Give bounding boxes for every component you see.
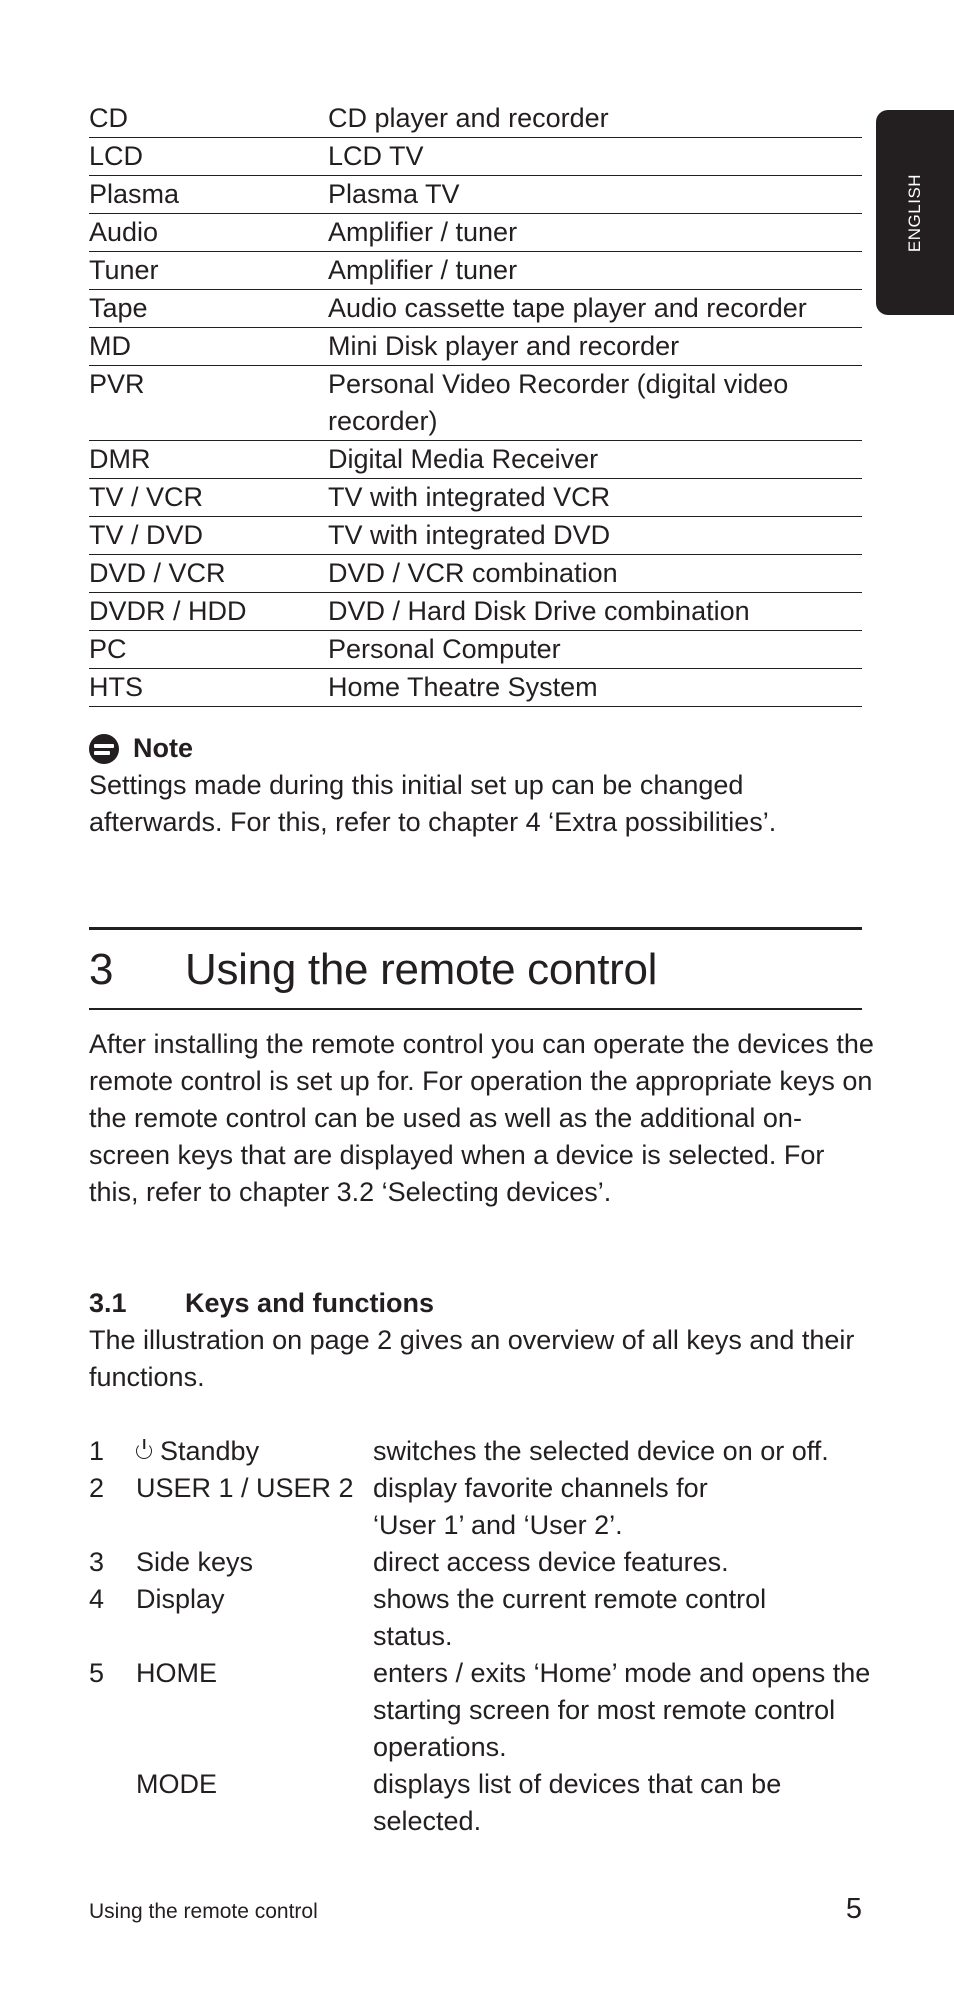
- device-abbreviation: CD: [89, 103, 128, 133]
- chapter-top-divider: [89, 927, 862, 930]
- key-description: displays list of devices that can be sel…: [373, 1769, 782, 1836]
- list-item: 3 Side keys direct access device feature…: [89, 1544, 879, 1581]
- chapter-number: 3: [89, 945, 114, 994]
- key-number: 4: [89, 1584, 105, 1614]
- device-abbreviation: TV / DVD: [89, 520, 204, 550]
- device-abbreviation: DMR: [89, 444, 151, 474]
- device-description: Plasma TV: [328, 179, 460, 209]
- language-tab-label: ENGLISH: [905, 173, 924, 252]
- key-name: MODE: [136, 1769, 217, 1799]
- key-number: 1: [89, 1436, 105, 1466]
- note-text: Settings made during this initial set up…: [89, 770, 777, 837]
- table-row: TV / VCR TV with integrated VCR: [89, 479, 862, 517]
- key-description: enters / exits ‘Home’ mode and opens the…: [373, 1658, 871, 1762]
- table-row: MD Mini Disk player and recorder: [89, 328, 862, 366]
- key-number: 3: [89, 1547, 105, 1577]
- list-item: 5 HOME enters / exits ‘Home’ mode and op…: [89, 1655, 879, 1766]
- table-row: Audio Amplifier / tuner: [89, 214, 862, 252]
- keys-list: 1 Standby switches the selected device o…: [89, 1433, 879, 1840]
- device-description: Audio cassette tape player and recorder: [328, 293, 807, 323]
- list-item: 4 Display shows the current remote contr…: [89, 1581, 879, 1655]
- device-description: Personal Video Recorder (digital video r…: [328, 369, 789, 436]
- table-row: Tape Audio cassette tape player and reco…: [89, 290, 862, 328]
- device-abbreviation: TV / VCR: [89, 482, 204, 512]
- device-abbreviation: Audio: [89, 217, 159, 247]
- table-row: DMR Digital Media Receiver: [89, 441, 862, 479]
- device-description: DVD / Hard Disk Drive combination: [328, 596, 750, 626]
- chapter-intro-paragraph: After installing the remote control you …: [89, 1029, 874, 1207]
- device-description: DVD / VCR combination: [328, 558, 618, 588]
- section-title: Keys and functions: [185, 1288, 435, 1318]
- key-description: switches the selected device on or off.: [373, 1436, 829, 1466]
- device-description: Home Theatre System: [328, 672, 598, 702]
- chapter-title: Using the remote control: [185, 945, 658, 994]
- key-description: direct access device features.: [373, 1547, 729, 1577]
- chapter-bottom-divider: [89, 1008, 862, 1010]
- key-name-cell: Standby: [136, 1433, 373, 1470]
- device-description: TV with integrated DVD: [328, 520, 611, 550]
- table-row: PC Personal Computer: [89, 631, 862, 669]
- section-number: 3.1: [89, 1288, 127, 1318]
- device-abbreviation: DVDR / HDD: [89, 596, 247, 626]
- key-name: Display: [136, 1584, 225, 1614]
- device-description: Personal Computer: [328, 634, 561, 664]
- device-description: TV with integrated VCR: [328, 482, 611, 512]
- key-name: USER 1 / USER 2: [136, 1473, 354, 1503]
- device-abbreviation: PVR: [89, 369, 145, 399]
- key-number: 5: [89, 1658, 105, 1688]
- footer-section-label: Using the remote control: [89, 1900, 318, 1923]
- list-item: MODE displays list of devices that can b…: [89, 1766, 879, 1840]
- device-abbreviation: PC: [89, 634, 127, 664]
- device-abbreviation: DVD / VCR: [89, 558, 226, 588]
- device-abbreviation: Tape: [89, 293, 148, 323]
- section-heading: 3.1 Keys and functions: [89, 1285, 434, 1322]
- device-abbreviation: LCD: [89, 141, 144, 171]
- table-row: TV / DVD TV with integrated DVD: [89, 517, 862, 555]
- device-description: LCD TV: [328, 141, 424, 171]
- table-row: DVDR / HDD DVD / Hard Disk Drive combina…: [89, 593, 862, 631]
- key-number: [89, 1766, 136, 1840]
- table-row: HTS Home Theatre System: [89, 669, 862, 707]
- power-icon: [136, 1443, 152, 1459]
- device-abbreviation: HTS: [89, 672, 143, 702]
- note-heading: Note: [89, 730, 879, 767]
- table-row: Plasma Plasma TV: [89, 176, 862, 214]
- device-description: Mini Disk player and recorder: [328, 331, 680, 361]
- device-description: Amplifier / tuner: [328, 255, 518, 285]
- language-tab: ENGLISH: [876, 110, 954, 315]
- chapter-heading: 3 Using the remote control: [89, 940, 657, 1000]
- note-icon: [89, 733, 119, 764]
- manual-page: ENGLISH CD CD player and recorder LCD LC…: [0, 0, 954, 2004]
- list-item: 2 USER 1 / USER 2 display favorite chann…: [89, 1470, 879, 1544]
- device-abbreviation: Plasma: [89, 179, 180, 209]
- table-row: DVD / VCR DVD / VCR combination: [89, 555, 862, 593]
- key-number: 2: [89, 1473, 105, 1503]
- table-row: Tuner Amplifier / tuner: [89, 252, 862, 290]
- table-row: CD CD player and recorder: [89, 100, 862, 138]
- note-title: Note: [133, 733, 193, 763]
- key-name: HOME: [136, 1658, 217, 1688]
- device-abbreviation: Tuner: [89, 255, 159, 285]
- key-name: Standby: [160, 1436, 260, 1466]
- device-description: Amplifier / tuner: [328, 217, 518, 247]
- key-description: display favorite channels for ‘User 1’ a…: [373, 1473, 708, 1540]
- device-description: Digital Media Receiver: [328, 444, 599, 474]
- note-box: Note Settings made during this initial s…: [89, 730, 879, 841]
- key-name: Side keys: [136, 1547, 254, 1577]
- table-row: LCD LCD TV: [89, 138, 862, 176]
- section-paragraph: The illustration on page 2 gives an over…: [89, 1325, 855, 1392]
- device-abbreviation: MD: [89, 331, 131, 361]
- key-description: shows the current remote control status.: [373, 1584, 767, 1651]
- device-type-table: CD CD player and recorder LCD LCD TV Pla…: [89, 100, 862, 707]
- page-number: 5: [845, 1893, 862, 1925]
- list-item: 1 Standby switches the selected device o…: [89, 1433, 879, 1470]
- device-description: CD player and recorder: [328, 103, 609, 133]
- table-row: PVR Personal Video Recorder (digital vid…: [89, 366, 862, 441]
